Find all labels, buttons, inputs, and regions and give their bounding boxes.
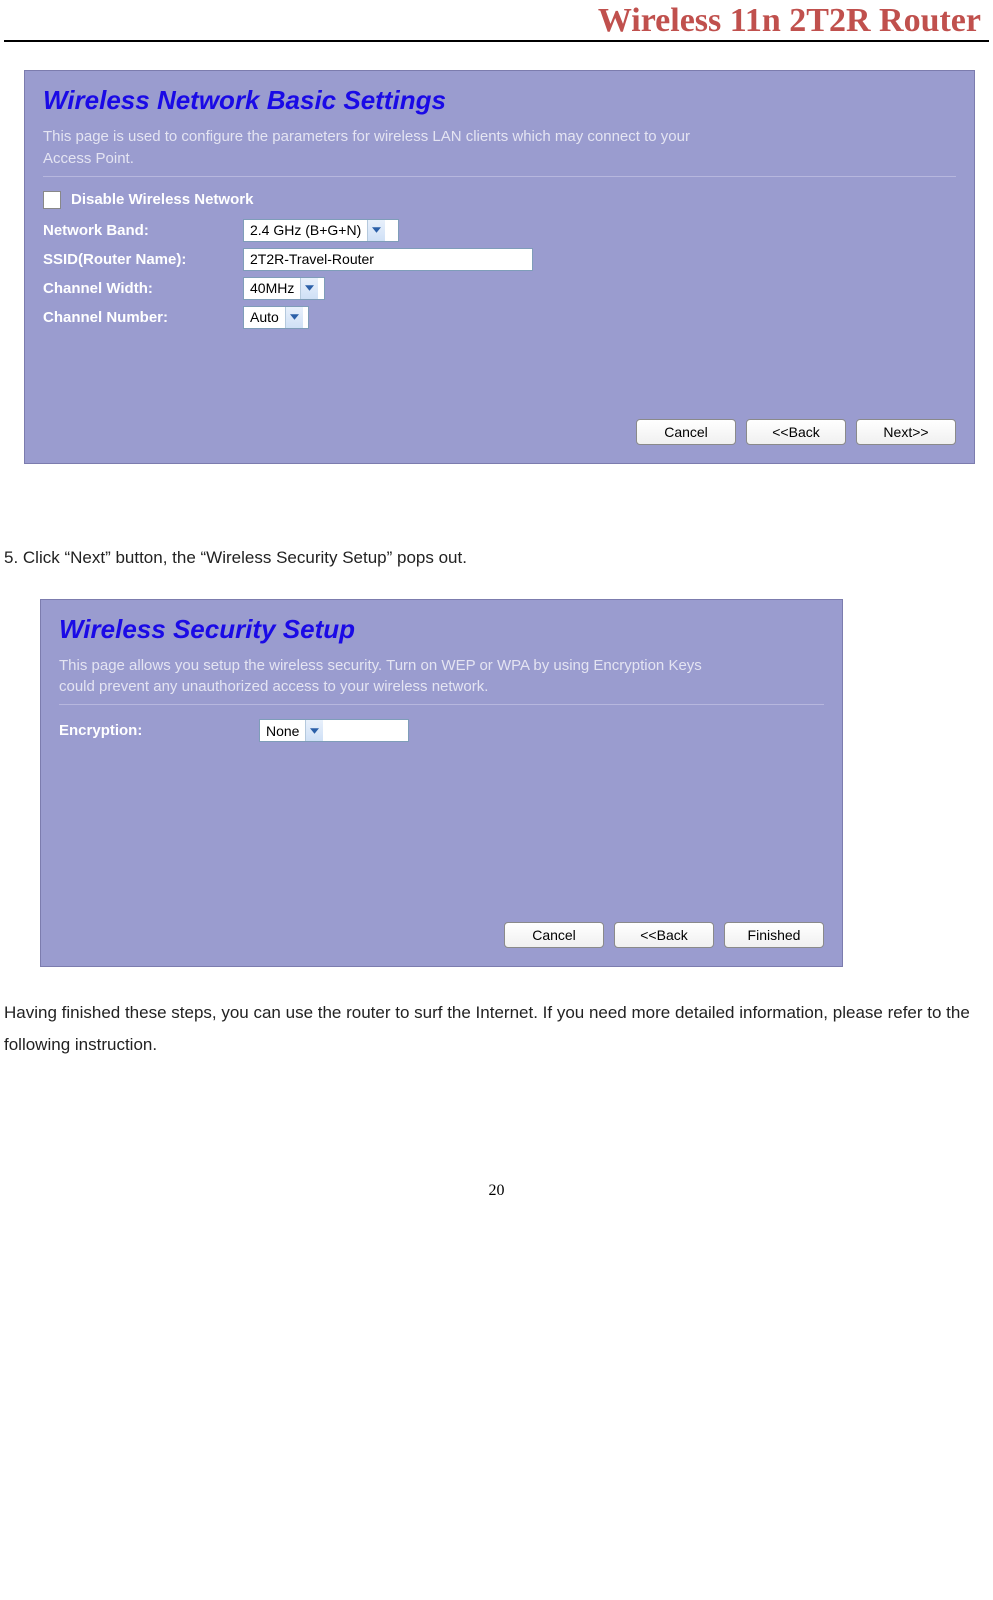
divider bbox=[59, 704, 824, 705]
basic-settings-title: Wireless Network Basic Settings bbox=[43, 85, 956, 116]
back-button[interactable]: <<Back bbox=[746, 419, 846, 445]
chevron-down-icon bbox=[367, 220, 385, 241]
finished-button[interactable]: Finished bbox=[724, 922, 824, 948]
chevron-down-icon bbox=[305, 720, 323, 741]
page-number: 20 bbox=[0, 1182, 993, 1200]
basic-settings-panel: Wireless Network Basic Settings This pag… bbox=[24, 70, 975, 464]
closing-paragraph: Having finished these steps, you can use… bbox=[4, 997, 989, 1062]
network-band-label: Network Band: bbox=[43, 222, 243, 239]
next-button[interactable]: Next>> bbox=[856, 419, 956, 445]
disable-wireless-label: Disable Wireless Network bbox=[71, 191, 253, 208]
network-band-select[interactable]: 2.4 GHz (B+G+N) bbox=[243, 219, 399, 242]
page-header-title: Wireless 11n 2T2R Router bbox=[4, 0, 989, 42]
channel-number-label: Channel Number: bbox=[43, 309, 243, 326]
network-band-value: 2.4 GHz (B+G+N) bbox=[244, 222, 367, 238]
security-setup-desc: This page allows you setup the wireless … bbox=[59, 655, 719, 699]
channel-width-value: 40MHz bbox=[244, 280, 300, 296]
channel-width-label: Channel Width: bbox=[43, 280, 243, 297]
security-setup-panel: Wireless Security Setup This page allows… bbox=[40, 599, 843, 968]
security-setup-title: Wireless Security Setup bbox=[59, 614, 824, 645]
chevron-down-icon bbox=[285, 307, 303, 328]
ssid-value: 2T2R-Travel-Router bbox=[250, 251, 374, 267]
ssid-input[interactable]: 2T2R-Travel-Router bbox=[243, 248, 533, 271]
back-button[interactable]: <<Back bbox=[614, 922, 714, 948]
encryption-value: None bbox=[260, 723, 305, 739]
encryption-label: Encryption: bbox=[59, 722, 259, 739]
ssid-label: SSID(Router Name): bbox=[43, 251, 243, 268]
channel-width-select[interactable]: 40MHz bbox=[243, 277, 325, 300]
instruction-step-5: 5. Click “Next” button, the “Wireless Se… bbox=[4, 544, 989, 571]
channel-number-select[interactable]: Auto bbox=[243, 306, 309, 329]
chevron-down-icon bbox=[300, 278, 318, 299]
divider bbox=[43, 176, 956, 177]
cancel-button[interactable]: Cancel bbox=[504, 922, 604, 948]
encryption-select[interactable]: None bbox=[259, 719, 409, 742]
channel-number-value: Auto bbox=[244, 309, 285, 325]
cancel-button[interactable]: Cancel bbox=[636, 419, 736, 445]
disable-wireless-checkbox[interactable] bbox=[43, 191, 61, 209]
basic-settings-desc: This page is used to configure the param… bbox=[43, 126, 703, 170]
